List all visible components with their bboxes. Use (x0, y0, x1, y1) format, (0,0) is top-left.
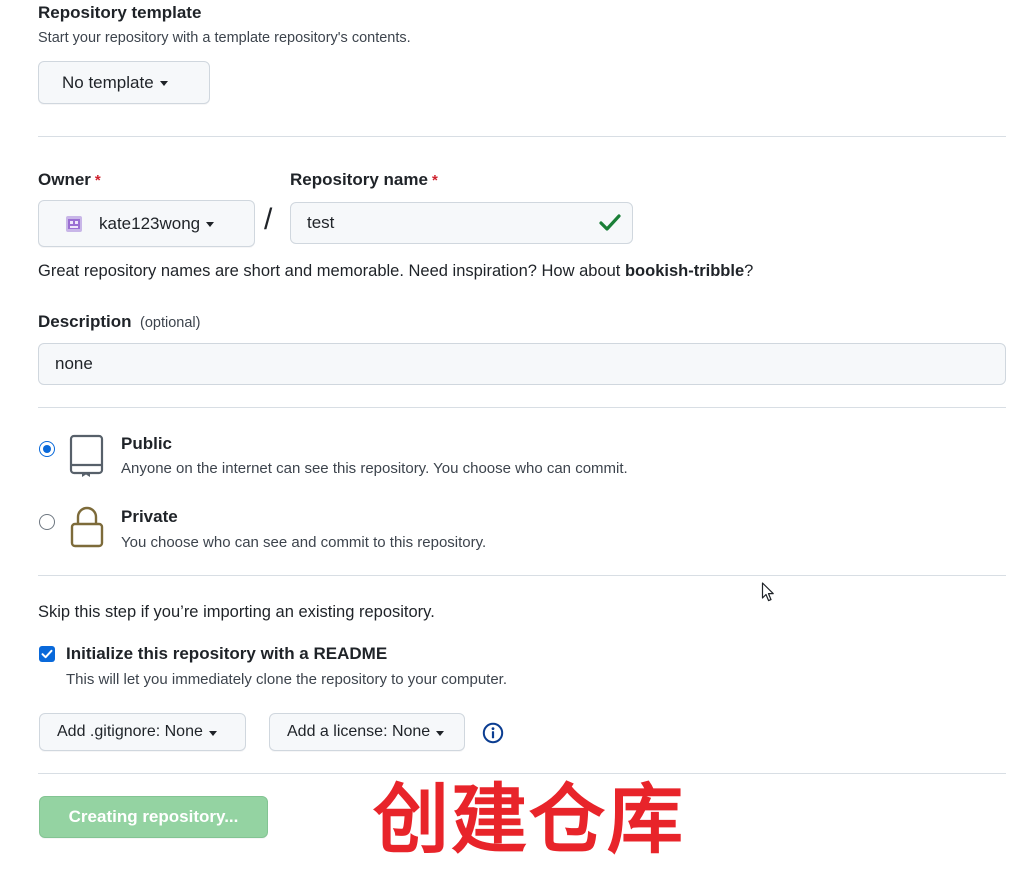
avatar (66, 215, 82, 232)
owner-value: kate123wong (99, 213, 201, 233)
repository-name-input[interactable]: test (290, 202, 633, 244)
private-radio[interactable] (39, 514, 55, 530)
private-option-description: You choose who can see and commit to thi… (121, 534, 487, 551)
required-mark: * (431, 172, 438, 189)
public-option-title: Public (121, 434, 173, 453)
readme-checkbox-label[interactable]: Initialize this repository with a README (66, 644, 387, 664)
chevron-down-icon (208, 730, 217, 736)
description-optional: (optional) (139, 315, 201, 331)
repository-template-subtitle: Start your repository with a template re… (38, 30, 411, 46)
readme-checkbox[interactable] (39, 646, 55, 662)
name-suggestion-link[interactable]: bookish-tribble (625, 262, 744, 280)
repository-template-heading: Repository template (38, 3, 202, 22)
repository-name-value: test (307, 213, 335, 232)
license-select-label: Add a license: None (287, 723, 431, 740)
public-radio[interactable] (39, 441, 55, 457)
repo-icon (69, 434, 104, 477)
checkmark-icon (41, 649, 53, 659)
chevron-down-icon (159, 81, 168, 86)
public-option-description: Anyone on the internet can see this repo… (121, 460, 628, 477)
mouse-cursor-icon (761, 582, 774, 602)
divider (38, 407, 1006, 408)
description-input[interactable]: none (38, 343, 1006, 385)
chevron-down-icon (206, 222, 215, 227)
divider (38, 575, 1006, 576)
divider (38, 136, 1006, 137)
overlay-caption: 创建仓库 (373, 775, 685, 864)
create-repository-button[interactable]: Creating repository... (39, 796, 268, 838)
divider (38, 773, 1006, 774)
gitignore-select-label: Add .gitignore: None (57, 723, 203, 740)
owner-label: Owner * (38, 170, 101, 189)
required-mark: * (94, 172, 101, 189)
repository-name-label: Repository name * (290, 170, 438, 189)
skip-step-note: Skip this step if you’re importing an ex… (38, 603, 435, 621)
license-select-button[interactable]: Add a license: None (269, 713, 465, 751)
description-value: none (55, 354, 93, 373)
owner-select-button[interactable]: kate123wong (38, 200, 255, 247)
owner-repo-separator: / (264, 203, 273, 236)
private-option-title: Private (121, 507, 178, 526)
lock-icon (70, 506, 104, 548)
check-icon (599, 214, 621, 231)
gitignore-select-button[interactable]: Add .gitignore: None (39, 713, 246, 751)
chevron-down-icon (436, 730, 445, 736)
template-select-button[interactable]: No template (38, 61, 210, 104)
readme-description: This will let you immediately clone the … (66, 671, 508, 688)
description-label: Description (optional) (38, 312, 201, 331)
info-icon[interactable] (482, 722, 504, 744)
template-select-label: No template (62, 72, 154, 92)
repository-name-hint: Great repository names are short and mem… (38, 262, 754, 280)
